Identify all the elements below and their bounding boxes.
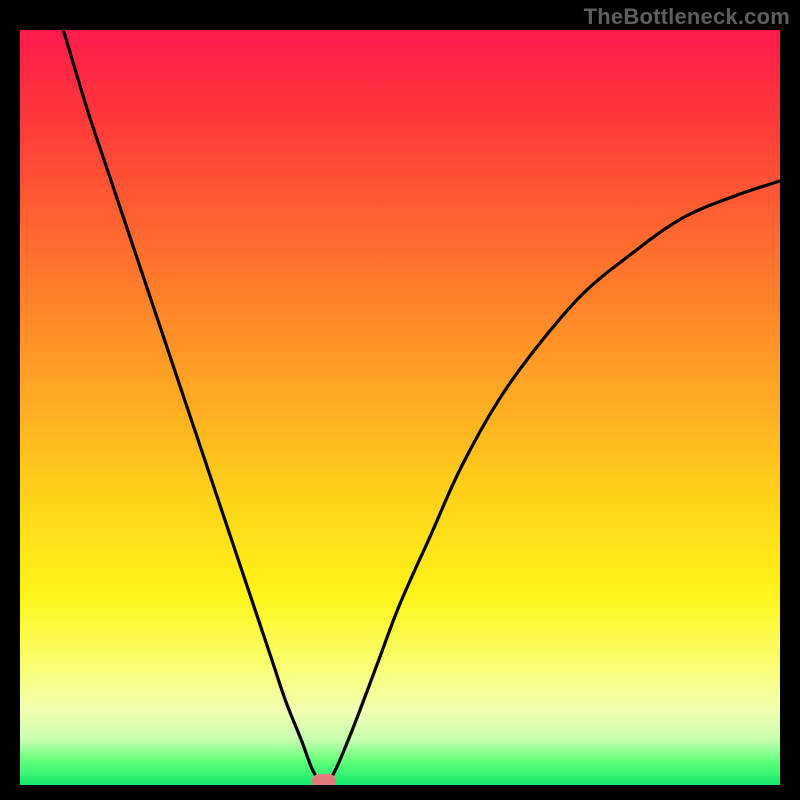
watermark-text: TheBottleneck.com [584, 4, 790, 30]
plot-area [20, 30, 780, 785]
chart-frame: TheBottleneck.com [0, 0, 800, 800]
bottleneck-curve [20, 30, 780, 785]
minimum-marker [312, 774, 336, 785]
